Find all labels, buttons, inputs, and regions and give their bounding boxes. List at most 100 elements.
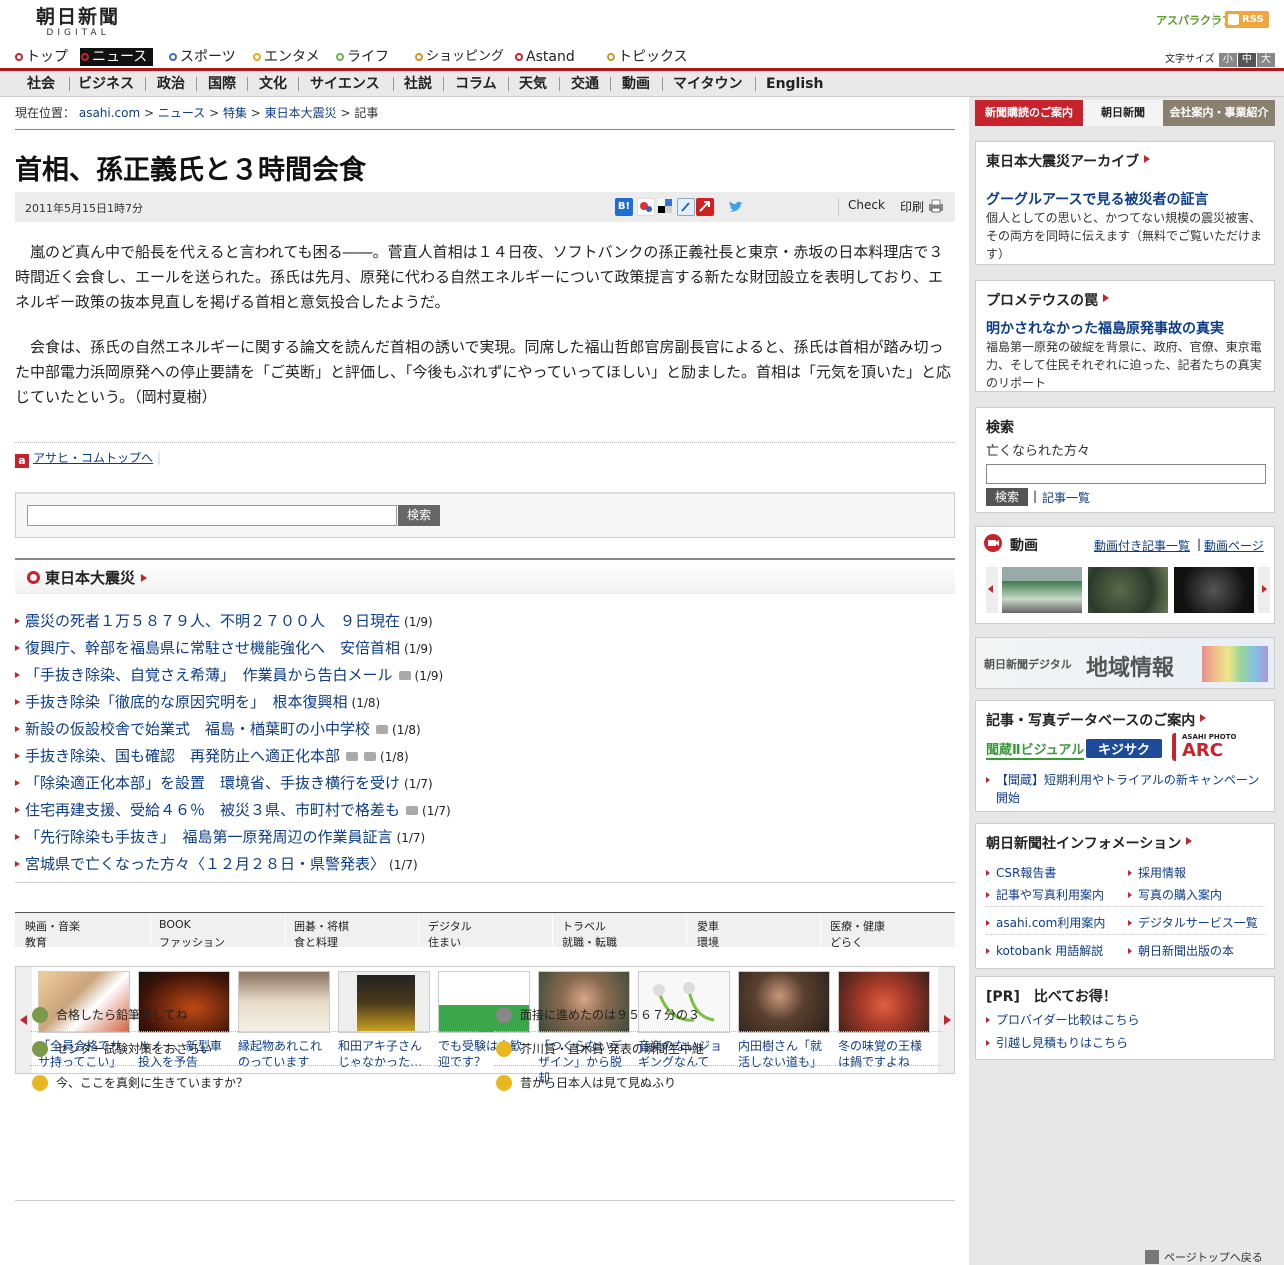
info-title[interactable]: 朝日新聞社インフォメーション: [976, 824, 1274, 853]
delicious-icon[interactable]: [657, 198, 675, 216]
category-link[interactable]: 愛車: [697, 918, 719, 934]
subnav-weather[interactable]: 天気: [519, 75, 547, 93]
category-link[interactable]: 医療・健康: [830, 918, 885, 934]
nav-shopping[interactable]: ショッピング: [414, 48, 504, 66]
quake-news-item[interactable]: 震災の死者１万５８７９人、不明２７００人 ９日現在 (1/9): [15, 608, 955, 635]
breadcrumb-asahi[interactable]: asahi.com: [79, 106, 140, 120]
subnav-english[interactable]: English: [766, 75, 823, 93]
archive-title[interactable]: 東日本大震災アーカイブ: [976, 142, 1274, 171]
nav-astand[interactable]: Astand: [514, 48, 575, 66]
category-link[interactable]: デジタル: [428, 918, 472, 934]
print-button[interactable]: 印刷: [900, 198, 944, 215]
kikuzo-campaign-link[interactable]: 【聞蔵】短期利用やトライアルの新キャンペーン開始: [986, 771, 1271, 807]
category-link[interactable]: トラベル: [562, 918, 606, 934]
feature-link[interactable]: 芥川賞・直木賞 発表の瞬間生中継: [494, 1032, 942, 1066]
aspara-club-link[interactable]: アスパラクラブ: [1156, 12, 1233, 28]
breadcrumb-feature[interactable]: 特集: [223, 106, 247, 120]
article-list-link[interactable]: 記事一覧: [1042, 489, 1090, 506]
subnav-politics[interactable]: 政治: [157, 75, 185, 93]
video-next-button[interactable]: [1258, 567, 1270, 613]
nav-sports[interactable]: スポーツ: [168, 48, 236, 66]
breadcrumb-news[interactable]: ニュース: [158, 106, 205, 120]
pr-link-provider[interactable]: プロバイダー比較はこちら: [986, 1011, 1140, 1029]
subnav-video[interactable]: 動画: [622, 75, 650, 93]
quake-news-item[interactable]: 「手抜き除染、自覚さえ希薄」 作業員から告白メール (1/9): [15, 662, 955, 689]
video-page-link[interactable]: 動画ページ: [1204, 537, 1264, 554]
prometheus-headline[interactable]: 明かされなかった福島原発事故の真実: [976, 310, 1274, 338]
info-link-csr[interactable]: CSR報告書: [986, 864, 1056, 882]
search-button[interactable]: 検索: [398, 505, 440, 526]
subnav-mytown[interactable]: マイタウン: [673, 75, 742, 93]
category-link[interactable]: 住まい: [428, 934, 461, 950]
category-link[interactable]: 環境: [697, 934, 719, 950]
nav-news[interactable]: ニュース: [80, 48, 154, 66]
kijisaku-logo[interactable]: キジサク: [1086, 739, 1162, 758]
archive-headline[interactable]: グーグルアースで見る被災者の証言: [976, 171, 1274, 209]
asahi-digital-logo[interactable]: 朝日新聞 DIGITAL: [28, 6, 128, 40]
category-link[interactable]: 就職・転職: [562, 934, 617, 950]
info-link-photo[interactable]: 写真の購入案内: [1128, 886, 1222, 904]
clip-icon[interactable]: [677, 198, 695, 216]
sidebar-search-button[interactable]: 検索: [986, 488, 1028, 506]
twitter-icon[interactable]: [727, 198, 745, 216]
feature-link[interactable]: 今、ここを真剣に生きていますか？: [30, 1066, 478, 1100]
breadcrumb-quake[interactable]: 東日本大震災: [265, 106, 337, 120]
quake-section-heading[interactable]: 東日本大震災: [15, 558, 955, 594]
quake-news-item[interactable]: 「除染適正化本部」を設置 環境省、手抜き横行を受け (1/7): [15, 770, 955, 797]
subnav-society[interactable]: 社会: [27, 75, 55, 93]
nav-top[interactable]: トップ: [14, 48, 68, 66]
page-top-link[interactable]: ページトップへ戻る: [1145, 1249, 1263, 1265]
regional-info-banner[interactable]: 朝日新聞デジタル 地域情報: [975, 637, 1275, 689]
info-link-digital[interactable]: デジタルサービス一覧: [1128, 914, 1258, 932]
quake-news-item[interactable]: 手抜き除染、国も確認 再発防止へ適正化本部 (1/8): [15, 743, 955, 770]
category-link[interactable]: 教育: [25, 934, 47, 950]
font-size-small-button[interactable]: 小: [1218, 53, 1237, 67]
quake-news-item[interactable]: 宮城県で亡くなった方々〈１２月２８日・県警発表〉 (1/7): [15, 851, 955, 878]
nav-life[interactable]: ライフ: [335, 48, 389, 66]
feature-link[interactable]: 面接に進めたのは９５６７分の３: [494, 998, 942, 1032]
subnav-culture[interactable]: 文化: [259, 75, 287, 93]
subnav-editorial[interactable]: 社説: [404, 75, 432, 93]
database-title[interactable]: 記事・写真データベースのご案内: [976, 701, 1274, 730]
info-link-usage[interactable]: 記事や写真利用案内: [986, 886, 1104, 904]
info-link-books[interactable]: 朝日新聞出版の本: [1128, 942, 1234, 960]
category-link[interactable]: ファッション: [159, 934, 225, 950]
font-size-medium-button[interactable]: 中: [1237, 53, 1256, 67]
feature-link[interactable]: センター試験対策をおさらい: [30, 1032, 478, 1066]
info-link-kotobank[interactable]: kotobank 用語解説: [986, 942, 1103, 960]
subnav-science[interactable]: サイエンス: [310, 75, 380, 93]
pr-link-moving[interactable]: 引越し見積もりはこちら: [986, 1034, 1128, 1052]
category-link[interactable]: BOOK: [159, 918, 191, 931]
category-link[interactable]: 食と料理: [294, 934, 338, 950]
video-thumbnail[interactable]: [1002, 567, 1082, 613]
info-link-asahi-guide[interactable]: asahi.com利用案内: [986, 914, 1105, 932]
kikuzo-logo[interactable]: 聞蔵Ⅱビジュアル: [986, 739, 1085, 760]
subnav-column[interactable]: コラム: [455, 75, 497, 93]
quake-news-item[interactable]: 住宅再建支援、受給４６％ 被災３県、市町村で格差も (1/7): [15, 797, 955, 824]
quake-news-item[interactable]: 「先行除染も手抜き」 福島第一原発周辺の作業員証言 (1/7): [15, 824, 955, 851]
font-size-large-button[interactable]: 大: [1256, 53, 1275, 67]
asahi-top-link[interactable]: a アサヒ・コムトップへ |: [15, 442, 955, 468]
buzzurl-icon[interactable]: [637, 198, 655, 216]
nav-topics[interactable]: トピックス: [606, 48, 688, 66]
quake-news-item[interactable]: 復興庁、幹部を福島県に常駐させ機能強化へ 安倍首相 (1/9): [15, 635, 955, 662]
company-info-link[interactable]: 会社案内・事業紹介: [1163, 100, 1275, 126]
subnav-international[interactable]: 国際: [208, 75, 236, 93]
arc-logo[interactable]: ASAHI PHOTO ARC: [1172, 733, 1254, 761]
quake-news-item[interactable]: 手抜き除染「徹底的な原因究明を」 根本復興相 (1/8): [15, 689, 955, 716]
search-input[interactable]: [27, 505, 397, 526]
subnav-traffic[interactable]: 交通: [571, 75, 599, 93]
subnav-business[interactable]: ビジネス: [78, 75, 134, 93]
hatena-bookmark-icon[interactable]: B!: [615, 198, 633, 216]
video-prev-button[interactable]: [986, 567, 998, 613]
info-link-recruit[interactable]: 採用情報: [1128, 864, 1186, 882]
category-link[interactable]: 囲碁・将棋: [294, 918, 349, 934]
video-thumbnail[interactable]: [1174, 567, 1254, 613]
video-thumbnail[interactable]: [1088, 567, 1168, 613]
livedoor-clip-icon[interactable]: [696, 198, 714, 216]
prometheus-title[interactable]: プロメテウスの罠: [976, 281, 1274, 310]
video-articles-link[interactable]: 動画付き記事一覧: [1094, 537, 1190, 554]
sidebar-search-input[interactable]: [986, 464, 1266, 484]
category-link[interactable]: どらく: [830, 934, 863, 950]
feature-link[interactable]: 合格したら鉛筆返してね: [30, 998, 478, 1032]
